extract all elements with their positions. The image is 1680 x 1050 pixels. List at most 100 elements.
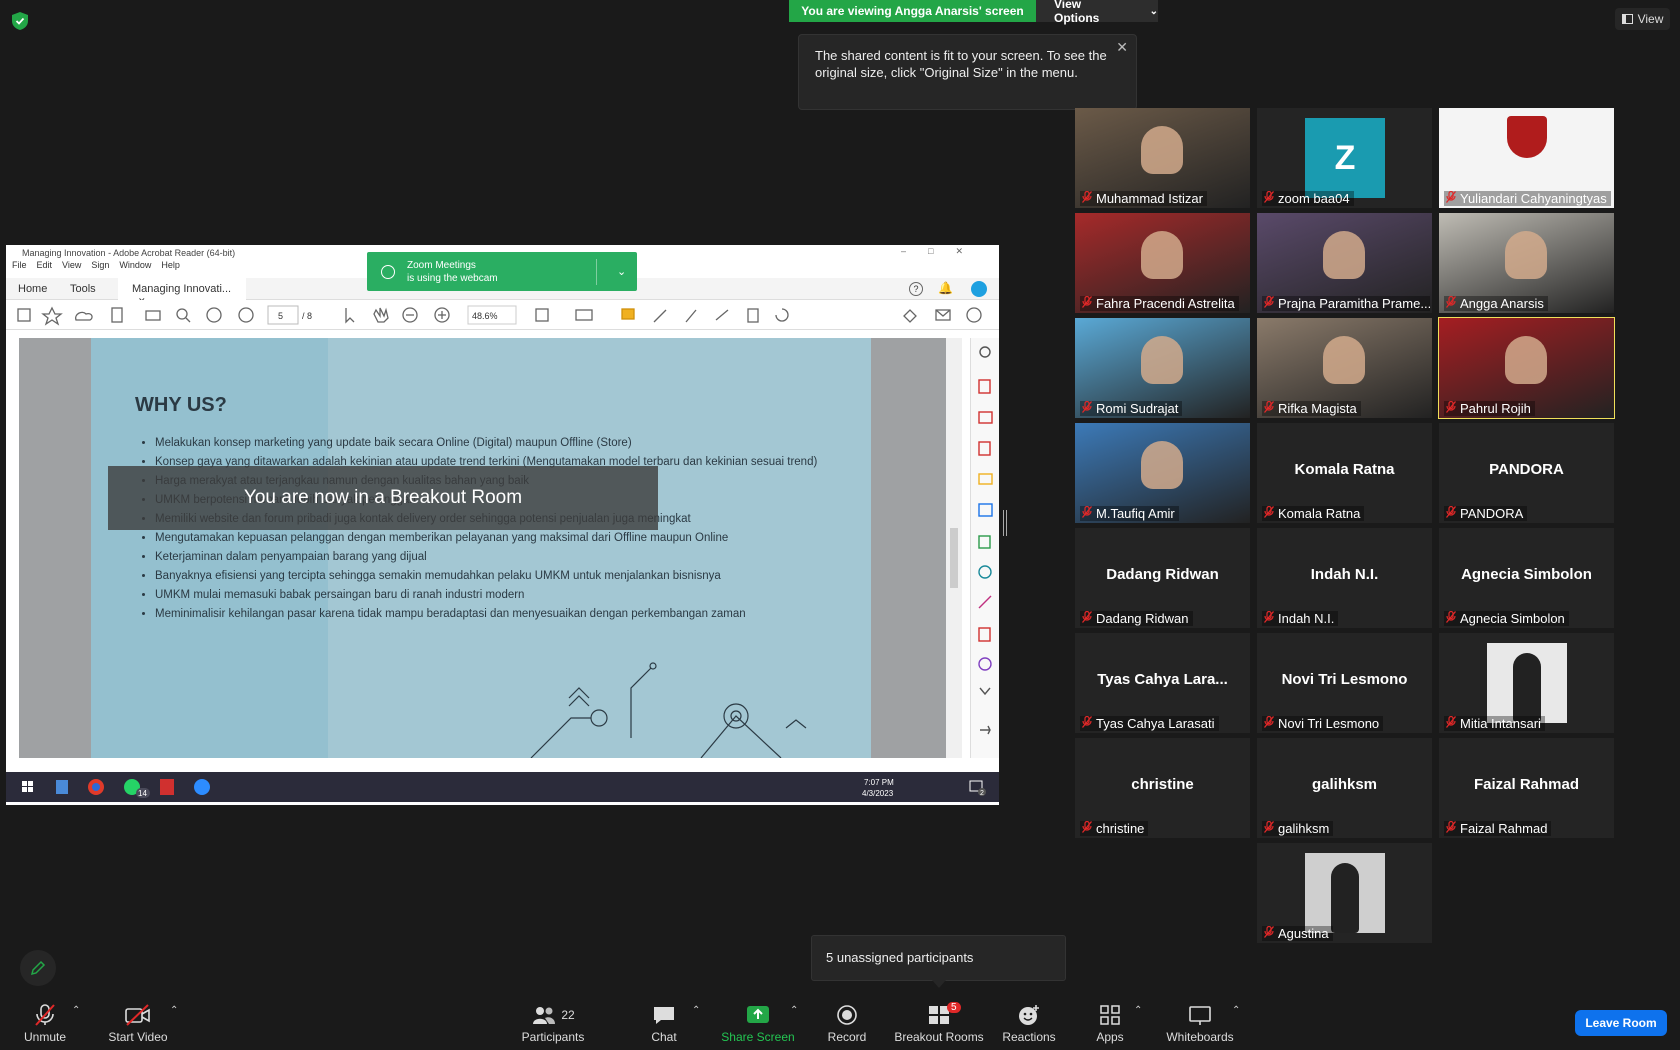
participant-silhouette [1323,231,1365,279]
apps-options-caret[interactable]: ⌃ [1134,1005,1142,1016]
share-options-caret[interactable]: ⌃ [790,1005,798,1016]
tab-document[interactable]: Managing Innovati... ✕ [118,278,246,306]
reactions-button[interactable]: Reactions [1002,995,1056,1050]
notification-bell-icon[interactable]: 🔔 [938,281,953,295]
participant-silhouette [1141,441,1183,489]
participant-name-label: Angga Anarsis [1444,296,1548,311]
participant-tile[interactable]: Novi Tri Lesmono Novi Tri Lesmono [1257,633,1432,733]
mic-muted-icon [1264,716,1274,731]
participant-tile[interactable]: Romi Sudrajat [1075,318,1250,418]
participant-name: Angga Anarsis [1460,296,1544,311]
tab-home[interactable]: Home [18,283,47,295]
tab-tools[interactable]: Tools [70,283,96,295]
participant-tile[interactable]: Tyas Cahya Lara... Tyas Cahya Larasati [1075,633,1250,733]
participant-display-name: Komala Ratna [1294,461,1395,478]
apps-button[interactable]: Apps [1094,995,1126,1050]
zoom-webcam-notice[interactable]: Zoom Meetings is using the webcam ⌄ [367,252,637,291]
breakout-rooms-badge: 5 [947,1002,961,1013]
whiteboards-options-caret[interactable]: ⌃ [1232,1005,1240,1016]
participants-label: Participants [521,1030,585,1044]
participant-name-label: christine [1080,821,1149,836]
video-options-caret[interactable]: ⌃ [170,1005,178,1016]
participant-name: Mitia Intansari [1460,716,1541,731]
close-icon[interactable]: ✕ [1116,39,1128,56]
participant-tile[interactable]: Zzoom baa04 [1257,108,1432,208]
participants-button[interactable]: 22 Participants [520,995,586,1050]
participant-tile[interactable]: christine christine [1075,738,1250,838]
participant-tile[interactable]: galihksm galihksm [1257,738,1432,838]
menu-file[interactable]: File [12,260,27,274]
menu-sign[interactable]: Sign [91,260,109,274]
share-screen-label: Share Screen [721,1030,795,1044]
chat-button[interactable]: Chat [648,995,680,1050]
svg-text:7:07 PM: 7:07 PM [864,778,894,787]
participant-tile[interactable]: Angga Anarsis [1439,213,1614,313]
participant-tile[interactable]: Dadang Ridwan Dadang Ridwan [1075,528,1250,628]
whiteboards-button[interactable]: Whiteboards [1164,995,1236,1050]
participant-silhouette [1505,231,1547,279]
menu-help[interactable]: Help [161,260,180,274]
viewing-screen-banner: You are viewing Angga Anarsis' screen [789,0,1036,22]
participant-name: Prajna Paramitha Prame... [1278,296,1430,311]
participant-tile[interactable]: Rifka Magista [1257,318,1432,418]
menu-view[interactable]: View [62,260,81,274]
participant-tile[interactable]: Agnecia Simbolon Agnecia Simbolon [1439,528,1614,628]
participant-tile[interactable]: Fahra Pracendi Astrelita [1075,213,1250,313]
annotate-pencil-icon[interactable] [20,950,56,986]
chevron-down-icon[interactable]: ⌄ [617,265,626,278]
participant-tile[interactable]: Mitia Intansari [1439,633,1614,733]
participant-tile[interactable]: Prajna Paramitha Prame... [1257,213,1432,313]
participant-tile[interactable]: Muhammad Istizar [1075,108,1250,208]
unassigned-participants-popup[interactable]: 5 unassigned participants [811,935,1066,981]
participant-name: Rifka Magista [1278,401,1357,416]
view-button[interactable]: View [1615,8,1670,30]
menu-edit[interactable]: Edit [37,260,53,274]
unmute-label: Unmute [23,1030,67,1044]
participant-tile[interactable]: Indah N.I. Indah N.I. [1257,528,1432,628]
apps-icon [1099,1004,1121,1026]
slide-bullet: Banyaknya efisiensi yang tercipta sehing… [155,567,835,586]
record-button[interactable]: Record [826,995,868,1050]
participant-tile[interactable]: Agustina [1257,843,1432,943]
participant-name-label: Agustina [1262,926,1333,941]
chat-options-caret[interactable]: ⌃ [692,1005,700,1016]
breakout-rooms-button[interactable]: 5 Breakout Rooms [894,995,984,1050]
pdf-document-area[interactable]: WHY US? Melakukan konsep marketing yang … [19,338,946,758]
participant-tile[interactable]: M.Taufiq Amir [1075,423,1250,523]
pdf-scrollbar[interactable] [946,338,962,758]
acrobat-toolbar-icons: 5 / 8 48.6% [17,305,982,326]
tools-panel-icons [978,346,993,735]
slide-bullet: Melakukan konsep marketing yang update b… [155,434,835,453]
help-icon[interactable]: ? [909,282,923,296]
person-figure [1513,653,1541,723]
breakout-room-notice: You are now in a Breakout Room [108,466,658,530]
unmute-button[interactable]: Unmute [20,995,70,1050]
share-screen-button[interactable]: Share Screen [720,995,796,1050]
account-avatar-icon[interactable] [971,281,987,297]
leave-room-button[interactable]: Leave Room [1575,1010,1667,1036]
participant-name-label: Fahra Pracendi Astrelita [1080,296,1239,311]
scrollbar-thumb[interactable] [950,528,958,588]
participant-tile[interactable]: Yuliandari Cahyaningtyas [1439,108,1614,208]
participant-name-label: Faizal Rahmad [1444,821,1552,836]
view-layout-icon [1621,14,1633,24]
breakout-rooms-icon: 5 [927,1002,961,1026]
meeting-toolbar: Unmute ⌃ Start Video ⌃ 22 Participants C… [0,995,1680,1050]
view-options-button[interactable]: View Options ⌄ [1036,0,1158,25]
participant-name: Muhammad Istizar [1096,191,1203,206]
participant-tile[interactable]: Pahrul Rojih [1438,317,1615,419]
menu-window[interactable]: Window [119,260,151,274]
audio-options-caret[interactable]: ⌃ [72,1005,80,1016]
mic-muted-icon [1082,506,1092,521]
participant-name: zoom baa04 [1278,191,1350,206]
resize-handle[interactable] [1003,510,1007,536]
start-video-button[interactable]: Start Video [106,995,170,1050]
participant-name: Dadang Ridwan [1096,611,1189,626]
security-shield-icon[interactable] [12,12,28,30]
participant-tile[interactable]: PANDORA PANDORA [1439,423,1614,523]
participant-silhouette [1141,336,1183,384]
participant-tile[interactable]: Komala Ratna Komala Ratna [1257,423,1432,523]
participant-tile[interactable]: Faizal Rahmad Faizal Rahmad [1439,738,1614,838]
participant-name: Faizal Rahmad [1460,821,1548,836]
view-options-label: View Options [1054,0,1100,25]
